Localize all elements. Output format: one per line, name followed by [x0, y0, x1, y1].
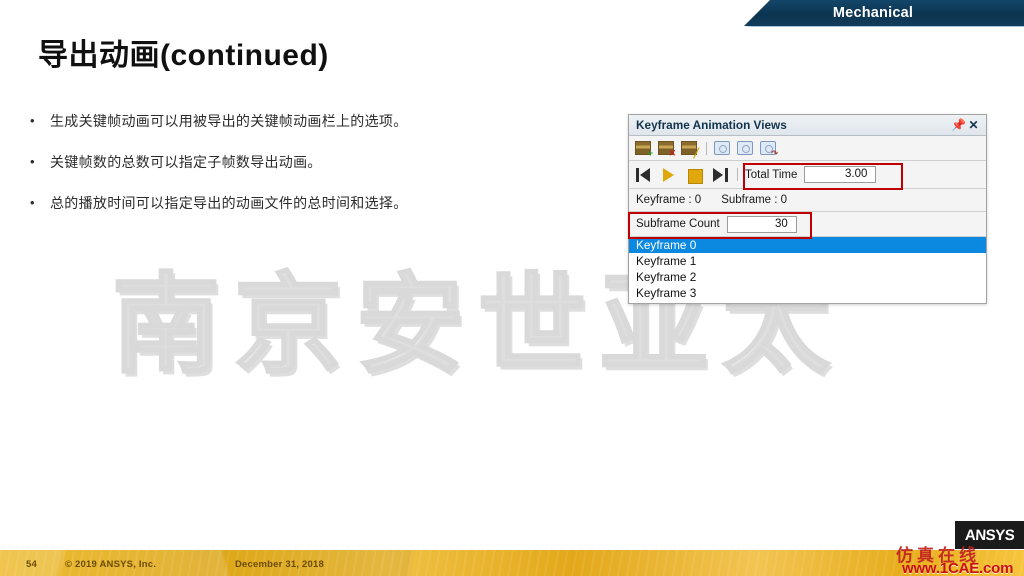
- slide-footer: 54 © 2019 ANSYS, Inc. December 31, 2018: [0, 550, 1024, 576]
- date-text: December 31, 2018: [235, 559, 324, 570]
- bullet-text: 总的播放时间可以指定导出的动画文件的总时间和选择。: [50, 195, 408, 211]
- bullet-list: • 生成关键帧动画可以用被导出的关键帧动画栏上的选项。 • 关键帧数的总数可以指…: [30, 112, 630, 235]
- page-number: 54: [26, 559, 37, 570]
- module-banner-title: Mechanical: [832, 5, 914, 21]
- playback-separator: [737, 168, 738, 181]
- subframe-count-input[interactable]: 30: [726, 215, 797, 233]
- bullet-marker-icon: •: [30, 195, 35, 210]
- stop-button[interactable]: [685, 167, 704, 184]
- edit-keyframe-icon[interactable]: ╱: [681, 141, 699, 158]
- bullet-marker-icon: •: [30, 113, 35, 128]
- list-item[interactable]: Keyframe 2: [629, 269, 986, 285]
- site-url-mark: www.1CAE.com: [902, 560, 1014, 576]
- bullet-marker-icon: •: [30, 154, 35, 169]
- keyframe-animation-views-panel: Keyframe Animation Views 📌 ✕ + ✕ ╱ ↷ Tot…: [628, 114, 987, 304]
- export-image-icon[interactable]: [737, 141, 753, 155]
- list-item: • 总的播放时间可以指定导出的动画文件的总时间和选择。: [30, 194, 630, 212]
- import-view-icon[interactable]: ↷: [760, 141, 778, 158]
- list-item: • 关键帧数的总数可以指定子帧数导出动画。: [30, 153, 630, 171]
- panel-toolbar: + ✕ ╱ ↷: [629, 136, 986, 161]
- pin-icon[interactable]: 📌: [951, 118, 966, 133]
- bullet-text: 关键帧数的总数可以指定子帧数导出动画。: [50, 154, 322, 170]
- module-banner: Mechanical: [744, 0, 1024, 26]
- delete-keyframe-icon[interactable]: ✕: [658, 141, 676, 158]
- close-icon[interactable]: ✕: [966, 118, 981, 133]
- keyframe-index-label: Keyframe : 0: [636, 194, 702, 206]
- slide-canvas: Mechanical 导出动画(continued) • 生成关键帧动画可以用被…: [0, 0, 1024, 576]
- bullet-text: 生成关键帧动画可以用被导出的关键帧动画栏上的选项。: [50, 113, 408, 129]
- total-time-label: Total Time: [745, 168, 798, 181]
- list-item[interactable]: Keyframe 0: [629, 237, 986, 253]
- list-item[interactable]: Keyframe 1: [629, 253, 986, 269]
- total-time-input[interactable]: 3.00: [804, 166, 877, 183]
- skip-to-end-button[interactable]: [710, 167, 729, 183]
- export-video-icon[interactable]: [714, 141, 730, 155]
- subframe-index-label: Subframe : 0: [721, 194, 788, 206]
- panel-title: Keyframe Animation Views: [636, 118, 787, 132]
- skip-to-start-button[interactable]: [635, 167, 654, 183]
- panel-titlebar: Keyframe Animation Views 📌 ✕: [629, 115, 986, 136]
- keyframe-list: Keyframe 0 Keyframe 1 Keyframe 2 Keyfram…: [629, 237, 986, 303]
- list-item[interactable]: Keyframe 3: [629, 285, 986, 301]
- subframe-count-row: Subframe Count 30: [628, 212, 986, 239]
- page-title: 导出动画(continued): [38, 39, 329, 72]
- copyright-text: © 2019 ANSYS, Inc.: [65, 559, 157, 570]
- subframe-count-label: Subframe Count: [636, 218, 720, 230]
- toolbar-separator: [706, 141, 707, 155]
- list-item: • 生成关键帧动画可以用被导出的关键帧动画栏上的选项。: [30, 112, 630, 130]
- play-button[interactable]: [660, 167, 679, 183]
- add-keyframe-icon[interactable]: +: [635, 141, 653, 158]
- frame-info-row: Keyframe : 0 Subframe : 0: [629, 189, 986, 212]
- playback-toolbar: Total Time 3.00: [629, 161, 986, 190]
